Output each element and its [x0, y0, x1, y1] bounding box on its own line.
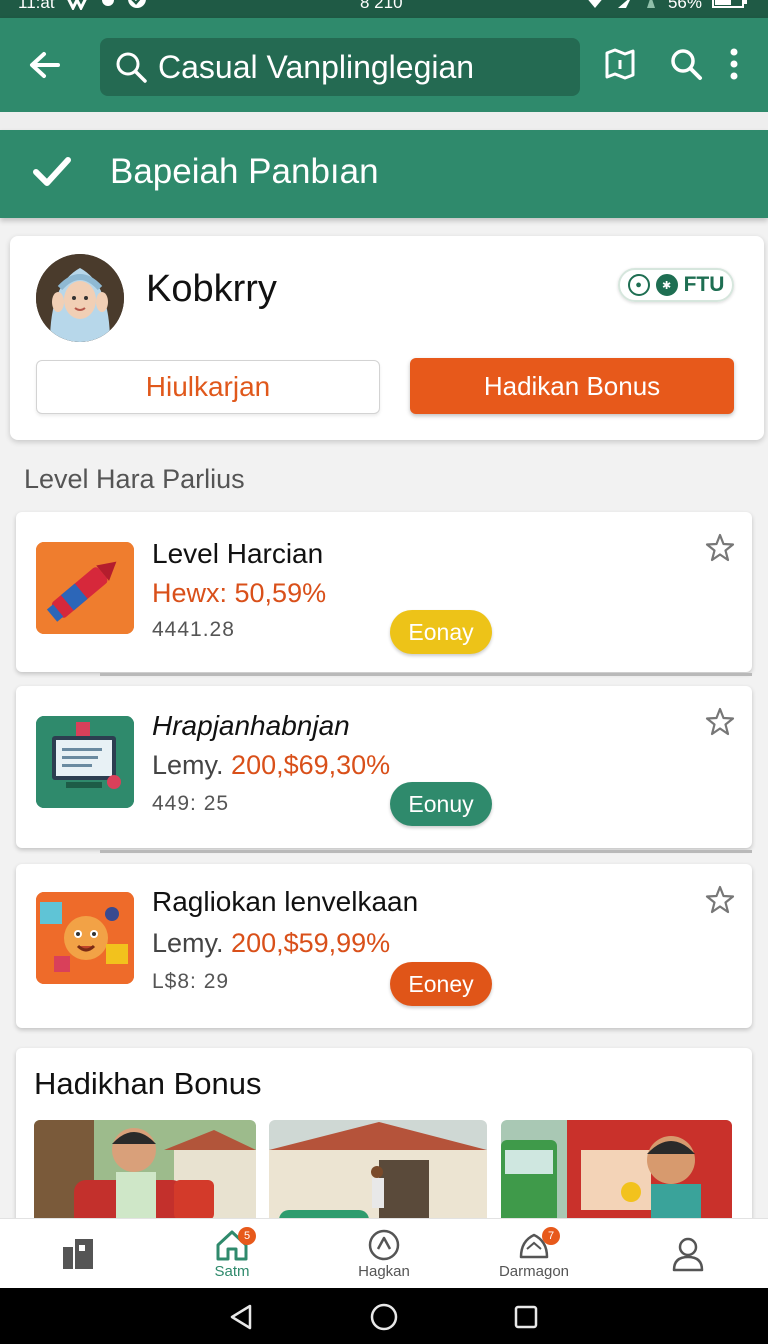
nav-item-profile[interactable] — [628, 1219, 748, 1289]
search-query: Casual Vanplinglegian — [158, 48, 475, 85]
level-action-pill[interactable]: Eonuy — [390, 782, 492, 826]
battery-percent: 56% — [667, 0, 702, 12]
search-input[interactable]: Casual Vanplinglegian — [100, 38, 580, 96]
grid-icon — [63, 1239, 93, 1269]
bonus-title: Hadikhan Bonus — [34, 1066, 262, 1101]
profile-icon — [672, 1237, 704, 1272]
level-divider — [100, 673, 752, 676]
favorite-button[interactable] — [702, 704, 738, 740]
crayon-icon — [36, 542, 134, 634]
compass-icon — [368, 1229, 400, 1260]
level-title: Ragliokan lenvelkaan — [152, 886, 419, 917]
nav-item-grid[interactable] — [18, 1219, 138, 1289]
check-icon — [33, 157, 71, 186]
level-meta: 449: 25 — [152, 792, 230, 815]
app-bar: Casual Vanplinglegian — [0, 18, 768, 112]
bottom-navigation: Satm 5 Hagkan Darmagon 7 — [0, 1218, 768, 1288]
location-icon — [101, 0, 114, 6]
banner-title: Bapeiah Panbıan — [110, 152, 379, 191]
secondary-button[interactable]: Hiulkarjan — [36, 360, 380, 414]
bonus-button[interactable]: Hadikan Bonus — [410, 358, 734, 414]
recents-square-icon[interactable] — [511, 1302, 541, 1332]
status-center-text: 8 210 — [360, 0, 403, 12]
wifi-icon — [588, 0, 602, 8]
status-bar: 11:at 8 210 56% — [0, 0, 768, 18]
map-icon — [605, 48, 635, 80]
level-rate: Lemy. 200,$69,30% — [152, 750, 390, 781]
star-outline-icon — [705, 707, 735, 736]
level-meta: L$8: 29 — [152, 970, 230, 993]
star-outline-icon — [705, 533, 735, 562]
back-button[interactable] — [22, 42, 68, 88]
nav-label: Darmagon — [498, 1262, 570, 1280]
section-label: Level Hara Parlius — [24, 464, 245, 494]
level-action-pill[interactable]: Eonay — [390, 610, 492, 654]
search-button[interactable] — [666, 44, 706, 84]
level-rate: Lemy. 200,$59,99% — [152, 928, 390, 959]
level-rate-value: 200,$69,30% — [231, 750, 391, 780]
map-button[interactable] — [600, 44, 640, 84]
nav-item-home[interactable]: Satm 5 — [172, 1219, 292, 1289]
level-rate-prefix: Lemy. — [152, 750, 224, 780]
ftu-badge-label: FTU — [683, 273, 725, 296]
nav-item-notifications[interactable]: Darmagon 7 — [474, 1219, 594, 1289]
arrow-left-icon — [30, 52, 60, 78]
favorite-button[interactable] — [702, 530, 738, 566]
promo-banner[interactable]: Bapeiah Panbıan — [0, 130, 768, 218]
status-time: 11:at — [18, 0, 55, 12]
level-action-pill[interactable]: Eoney — [390, 962, 492, 1006]
system-navigation-bar — [0, 1288, 768, 1344]
level-meta: 4441.28 — [152, 618, 235, 641]
battery-icon — [712, 0, 747, 8]
search-icon — [116, 52, 147, 83]
check-circle-icon — [127, 0, 146, 8]
info-icon: ● — [627, 274, 650, 296]
level-divider — [100, 850, 752, 853]
level-rate: Hewx: 50,59% — [152, 578, 326, 609]
computer-icon — [36, 716, 134, 808]
favorite-button[interactable] — [702, 882, 738, 918]
signal-icon — [617, 0, 630, 8]
search-icon — [671, 49, 702, 80]
star-outline-icon — [705, 885, 735, 914]
more-vertical-icon — [730, 48, 738, 80]
settings-icon: ✱ — [655, 274, 678, 296]
level-title: Level Harcian — [152, 538, 324, 569]
nav-item-explore[interactable]: Hagkan — [324, 1219, 444, 1289]
nav-label: Hagkan — [358, 1262, 410, 1280]
bonus-card: Hadikhan Bonus — [16, 1048, 752, 1238]
notification-badge: 7 — [542, 1227, 560, 1245]
level-card[interactable]: Hrapjanhabnjan Lemy. 200,$69,30% 449: 25… — [16, 686, 752, 848]
avatar-image — [36, 254, 124, 342]
profile-name: Kobkrry — [146, 268, 277, 310]
level-rate-value: Hewx: 50,59% — [152, 578, 327, 608]
avatar[interactable] — [36, 254, 124, 342]
notification-badge: 5 — [238, 1227, 256, 1245]
data-icon — [646, 0, 655, 8]
nav-label: Satm — [214, 1262, 250, 1280]
back-triangle-icon[interactable] — [226, 1302, 256, 1332]
level-card[interactable]: Level Harcian Hewx: 50,59% 4441.28 Eonay — [16, 512, 752, 672]
level-card[interactable]: Ragliokan lenvelkaan Lemy. 200,$59,99% L… — [16, 864, 752, 1028]
more-options-button[interactable] — [714, 44, 754, 84]
level-title: Hrapjanhabnjan — [152, 710, 350, 741]
notification-icon — [66, 0, 87, 10]
level-rate-prefix: Lemy. — [152, 928, 224, 958]
profile-card: Kobkrry ● ✱ FTU Hiulkarjan Hadikan Bonus — [10, 236, 764, 440]
home-circle-icon[interactable] — [369, 1302, 399, 1332]
mascot-icon — [36, 892, 134, 984]
level-rate-value: 200,$59,99% — [231, 928, 391, 958]
ftu-badge[interactable]: ● ✱ FTU — [618, 268, 734, 302]
divider-strip — [0, 112, 768, 130]
